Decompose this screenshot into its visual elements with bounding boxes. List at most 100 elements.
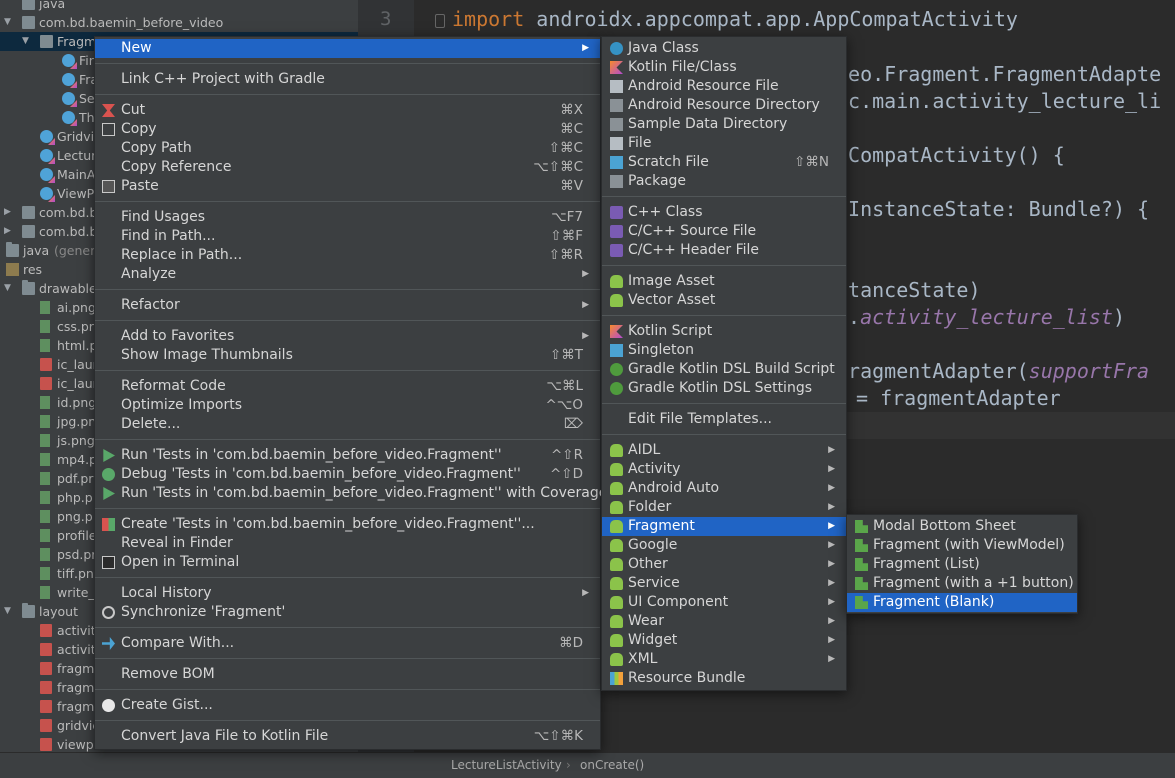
breadcrumb-method[interactable]: onCreate()	[580, 758, 644, 772]
menu-item-find-usages[interactable]: Find Usages ⌥F7	[95, 208, 600, 227]
menu-item-sample-data-directory[interactable]: Sample Data Directory	[602, 115, 846, 134]
android-icon	[610, 294, 623, 307]
menu-item-open-in-terminal[interactable]: Open in Terminal	[95, 553, 600, 572]
menu-item-label: Synchronize 'Fragment'	[121, 604, 286, 620]
image-file-icon	[40, 415, 50, 428]
collapse-arrow-icon[interactable]: ▶	[4, 208, 12, 217]
menu-item-run-tests-in-com-bd-baemin-before-video-[interactable]: Run 'Tests in 'com.bd.baemin_before_vide…	[95, 446, 600, 465]
menu-item-create-tests-in-com-bd-baemin-before-vid[interactable]: Create 'Tests in 'com.bd.baemin_before_v…	[95, 515, 600, 534]
menu-item-label: Java Class	[628, 40, 699, 56]
menu-item-service[interactable]: Service ▶	[602, 574, 846, 593]
menu-item-copy-path[interactable]: Copy Path ⇧⌘C	[95, 139, 600, 158]
expand-arrow-icon[interactable]: ▼	[4, 607, 12, 616]
collapse-arrow-icon[interactable]: ▶	[4, 227, 12, 236]
expand-arrow-icon[interactable]: ▼	[4, 18, 12, 27]
menu-item-other[interactable]: Other ▶	[602, 555, 846, 574]
paste-icon	[102, 180, 115, 193]
tree-row-label: drawable	[39, 281, 97, 296]
menu-item-c-c-source-file[interactable]: C/C++ Source File	[602, 222, 846, 241]
menu-item-cut[interactable]: Cut ⌘X	[95, 101, 600, 120]
menu-item-image-asset[interactable]: Image Asset	[602, 272, 846, 291]
menu-item-reveal-in-finder[interactable]: Reveal in Finder	[95, 534, 600, 553]
menu-item-widget[interactable]: Widget ▶	[602, 631, 846, 650]
menu-item-xml[interactable]: XML ▶	[602, 650, 846, 669]
menu-item-java-class[interactable]: Java Class	[602, 39, 846, 58]
menu-item-google[interactable]: Google ▶	[602, 536, 846, 555]
menu-item-label: Sample Data Directory	[628, 116, 788, 132]
menu-item-convert-java-file-to-kotlin-file[interactable]: Convert Java File to Kotlin File ⌥⇧⌘K	[95, 727, 600, 746]
menu-item-copy[interactable]: Copy ⌘C	[95, 120, 600, 139]
menu-item-fragment-with-a-1-button[interactable]: Fragment (with a +1 button)	[847, 574, 1077, 593]
menu-item-label: Kotlin File/Class	[628, 59, 737, 75]
menu-item-debug-tests-in-com-bd-baemin-before-vide[interactable]: Debug 'Tests in 'com.bd.baemin_before_vi…	[95, 465, 600, 484]
menu-item-modal-bottom-sheet[interactable]: Modal Bottom Sheet	[847, 517, 1077, 536]
menu-item-wear[interactable]: Wear ▶	[602, 612, 846, 631]
menu-item-shortcut: ⌘C	[560, 121, 583, 137]
menu-item-android-resource-directory[interactable]: Android Resource Directory	[602, 96, 846, 115]
menu-item-link-c-project-with-gradle[interactable]: Link C++ Project with Gradle	[95, 70, 600, 89]
menu-item-find-in-path[interactable]: Find in Path... ⇧⌘F	[95, 227, 600, 246]
menu-item-gradle-kotlin-dsl-build-script[interactable]: Gradle Kotlin DSL Build Script	[602, 360, 846, 379]
menu-item-fragment-with-viewmodel[interactable]: Fragment (with ViewModel)	[847, 536, 1077, 555]
tree-row[interactable]: java	[0, 0, 358, 13]
menu-item-singleton[interactable]: Singleton	[602, 341, 846, 360]
singleton-icon	[610, 344, 623, 357]
menu-item-copy-reference[interactable]: Copy Reference ⌥⇧⌘C	[95, 158, 600, 177]
menu-item-scratch-file[interactable]: Scratch File ⇧⌘N	[602, 153, 846, 172]
menu-item-package[interactable]: Package	[602, 172, 846, 191]
fold-icon[interactable]	[435, 14, 445, 28]
expand-arrow-icon[interactable]: ▼	[22, 37, 30, 46]
menu-item-fragment-list[interactable]: Fragment (List)	[847, 555, 1077, 574]
menu-item-refactor[interactable]: Refactor ▶	[95, 296, 600, 315]
menu-item-label: Gradle Kotlin DSL Build Script	[628, 361, 835, 377]
menu-separator	[95, 658, 600, 659]
menu-item-kotlin-script[interactable]: Kotlin Script	[602, 322, 846, 341]
menu-item-shortcut: ⌘X	[560, 102, 583, 118]
menu-item-create-gist[interactable]: Create Gist...	[95, 696, 600, 715]
menu-item-gradle-kotlin-dsl-settings[interactable]: Gradle Kotlin DSL Settings	[602, 379, 846, 398]
menu-item-replace-in-path[interactable]: Replace in Path... ⇧⌘R	[95, 246, 600, 265]
submenu-arrow-icon: ▶	[582, 331, 589, 341]
menu-item-android-auto[interactable]: Android Auto ▶	[602, 479, 846, 498]
menu-item-paste[interactable]: Paste ⌘V	[95, 177, 600, 196]
menu-item-c-c-header-file[interactable]: C/C++ Header File	[602, 241, 846, 260]
menu-item-label: Folder	[628, 499, 672, 515]
menu-item-delete[interactable]: Delete... ⌦	[95, 415, 600, 434]
menu-item-aidl[interactable]: AIDL ▶	[602, 441, 846, 460]
menu-item-analyze[interactable]: Analyze ▶	[95, 265, 600, 284]
menu-item-remove-bom[interactable]: Remove BOM	[95, 665, 600, 684]
package-icon	[22, 206, 35, 219]
menu-item-activity[interactable]: Activity ▶	[602, 460, 846, 479]
menu-item-synchronize-fragment[interactable]: Synchronize 'Fragment'	[95, 603, 600, 622]
menu-item-compare-with[interactable]: Compare With... ⌘D	[95, 634, 600, 653]
menu-separator	[602, 315, 846, 316]
menu-item-resource-bundle[interactable]: Resource Bundle	[602, 669, 846, 688]
kotlin-class-icon	[62, 111, 75, 124]
submenu-arrow-icon: ▶	[828, 521, 835, 531]
menu-item-run-tests-in-com-bd-baemin-before-video-[interactable]: Run 'Tests in 'com.bd.baemin_before_vide…	[95, 484, 607, 503]
menu-item-c-class[interactable]: C++ Class	[602, 203, 846, 222]
menu-item-android-resource-file[interactable]: Android Resource File	[602, 77, 846, 96]
new-submenu: Java Class Kotlin File/Class Android Resou…	[601, 36, 847, 691]
menu-item-file[interactable]: File	[602, 134, 846, 153]
menu-item-fragment-blank[interactable]: Fragment (Blank)	[847, 593, 1077, 612]
expand-arrow-icon[interactable]: ▼	[4, 284, 12, 293]
xml-file-icon	[40, 681, 52, 694]
tree-row-label: ViewP	[57, 186, 95, 201]
menu-item-ui-component[interactable]: UI Component ▶	[602, 593, 846, 612]
menu-item-label: C++ Class	[628, 204, 703, 220]
menu-item-add-to-favorites[interactable]: Add to Favorites ▶	[95, 327, 600, 346]
menu-item-new[interactable]: New ▶	[95, 39, 600, 58]
menu-item-local-history[interactable]: Local History ▶	[95, 584, 600, 603]
menu-item-vector-asset[interactable]: Vector Asset	[602, 291, 846, 310]
tree-row-label: psd.pr	[57, 547, 97, 562]
menu-item-reformat-code[interactable]: Reformat Code ⌥⌘L	[95, 377, 600, 396]
menu-item-show-image-thumbnails[interactable]: Show Image Thumbnails ⇧⌘T	[95, 346, 600, 365]
menu-item-fragment[interactable]: Fragment ▶	[602, 517, 846, 536]
menu-item-kotlin-file-class[interactable]: Kotlin File/Class	[602, 58, 846, 77]
breadcrumb-class[interactable]: LectureListActivity	[451, 758, 562, 772]
tree-row[interactable]: ▼ com.bd.baemin_before_video	[0, 13, 358, 32]
menu-item-optimize-imports[interactable]: Optimize Imports ^⌥O	[95, 396, 600, 415]
menu-item-folder[interactable]: Folder ▶	[602, 498, 846, 517]
menu-item-edit-file-templates[interactable]: Edit File Templates...	[602, 410, 846, 429]
